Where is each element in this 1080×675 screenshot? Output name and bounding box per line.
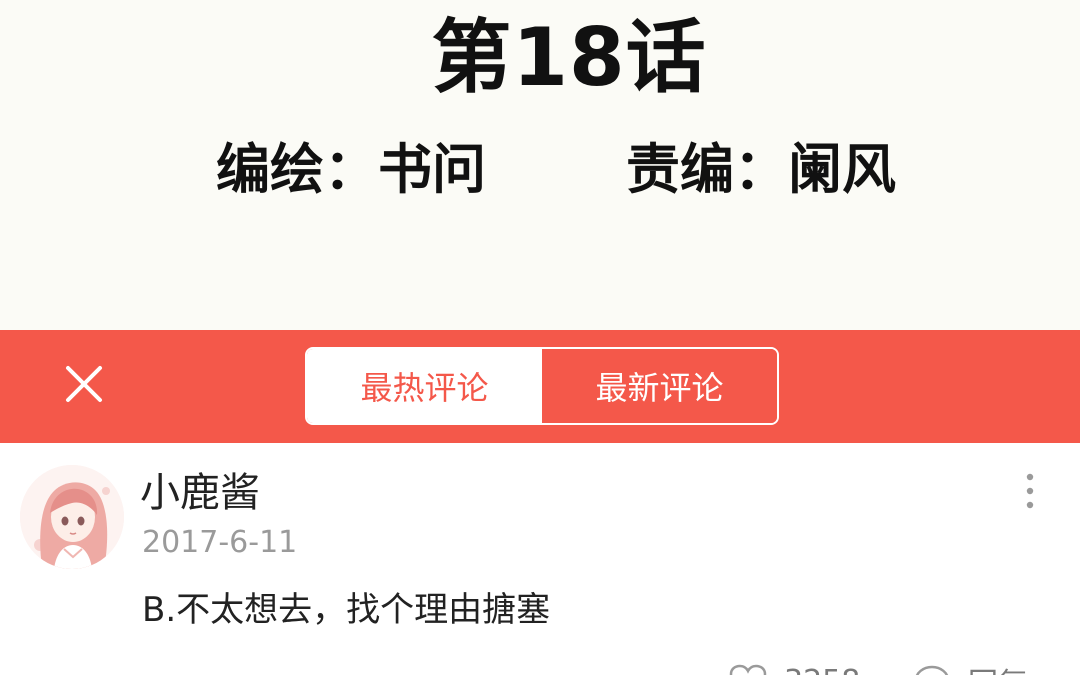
avatar[interactable] — [20, 465, 124, 569]
chapter-title: 第18话 — [431, 11, 707, 104]
more-options-button[interactable] — [1016, 471, 1044, 511]
comment-item: 小鹿酱 2017-6-11 B.不太想去，找个理由搪塞 3258 回复 — [0, 443, 1080, 675]
like-button[interactable]: 3258 — [728, 661, 860, 675]
comment-text: B.不太想去，找个理由搪塞 — [142, 590, 551, 630]
more-vertical-icon — [1026, 473, 1034, 509]
comment-date: 2017-6-11 — [142, 525, 298, 560]
reply-button[interactable]: 回复 — [912, 661, 1028, 675]
author-credit: 编绘：书问 — [216, 138, 486, 201]
tab-newest-comments[interactable]: 最新评论 — [542, 349, 777, 423]
like-count: 3258 — [784, 664, 860, 675]
comment-username[interactable]: 小鹿酱 — [140, 469, 260, 517]
comments-header-bar: 最热评论 最新评论 — [0, 330, 1080, 443]
heart-icon — [729, 664, 767, 675]
comment-bubble-icon — [915, 665, 949, 675]
editor-credit: 责编：阑风 — [626, 138, 896, 201]
tab-hottest-comments[interactable]: 最热评论 — [307, 349, 542, 423]
reply-label: 回复 — [968, 659, 1028, 675]
anime-girl-avatar-icon — [20, 465, 124, 569]
close-button[interactable] — [58, 358, 110, 410]
comment-sort-tabs: 最热评论 最新评论 — [305, 347, 779, 425]
comic-reader-screen: 第18话 编绘：书问 责编：阑风 最热评论 最新评论 小鹿酱 2017-6-11… — [0, 0, 1080, 675]
close-icon — [66, 366, 102, 402]
comic-credits-page: 第18话 编绘：书问 责编：阑风 — [0, 0, 1080, 330]
